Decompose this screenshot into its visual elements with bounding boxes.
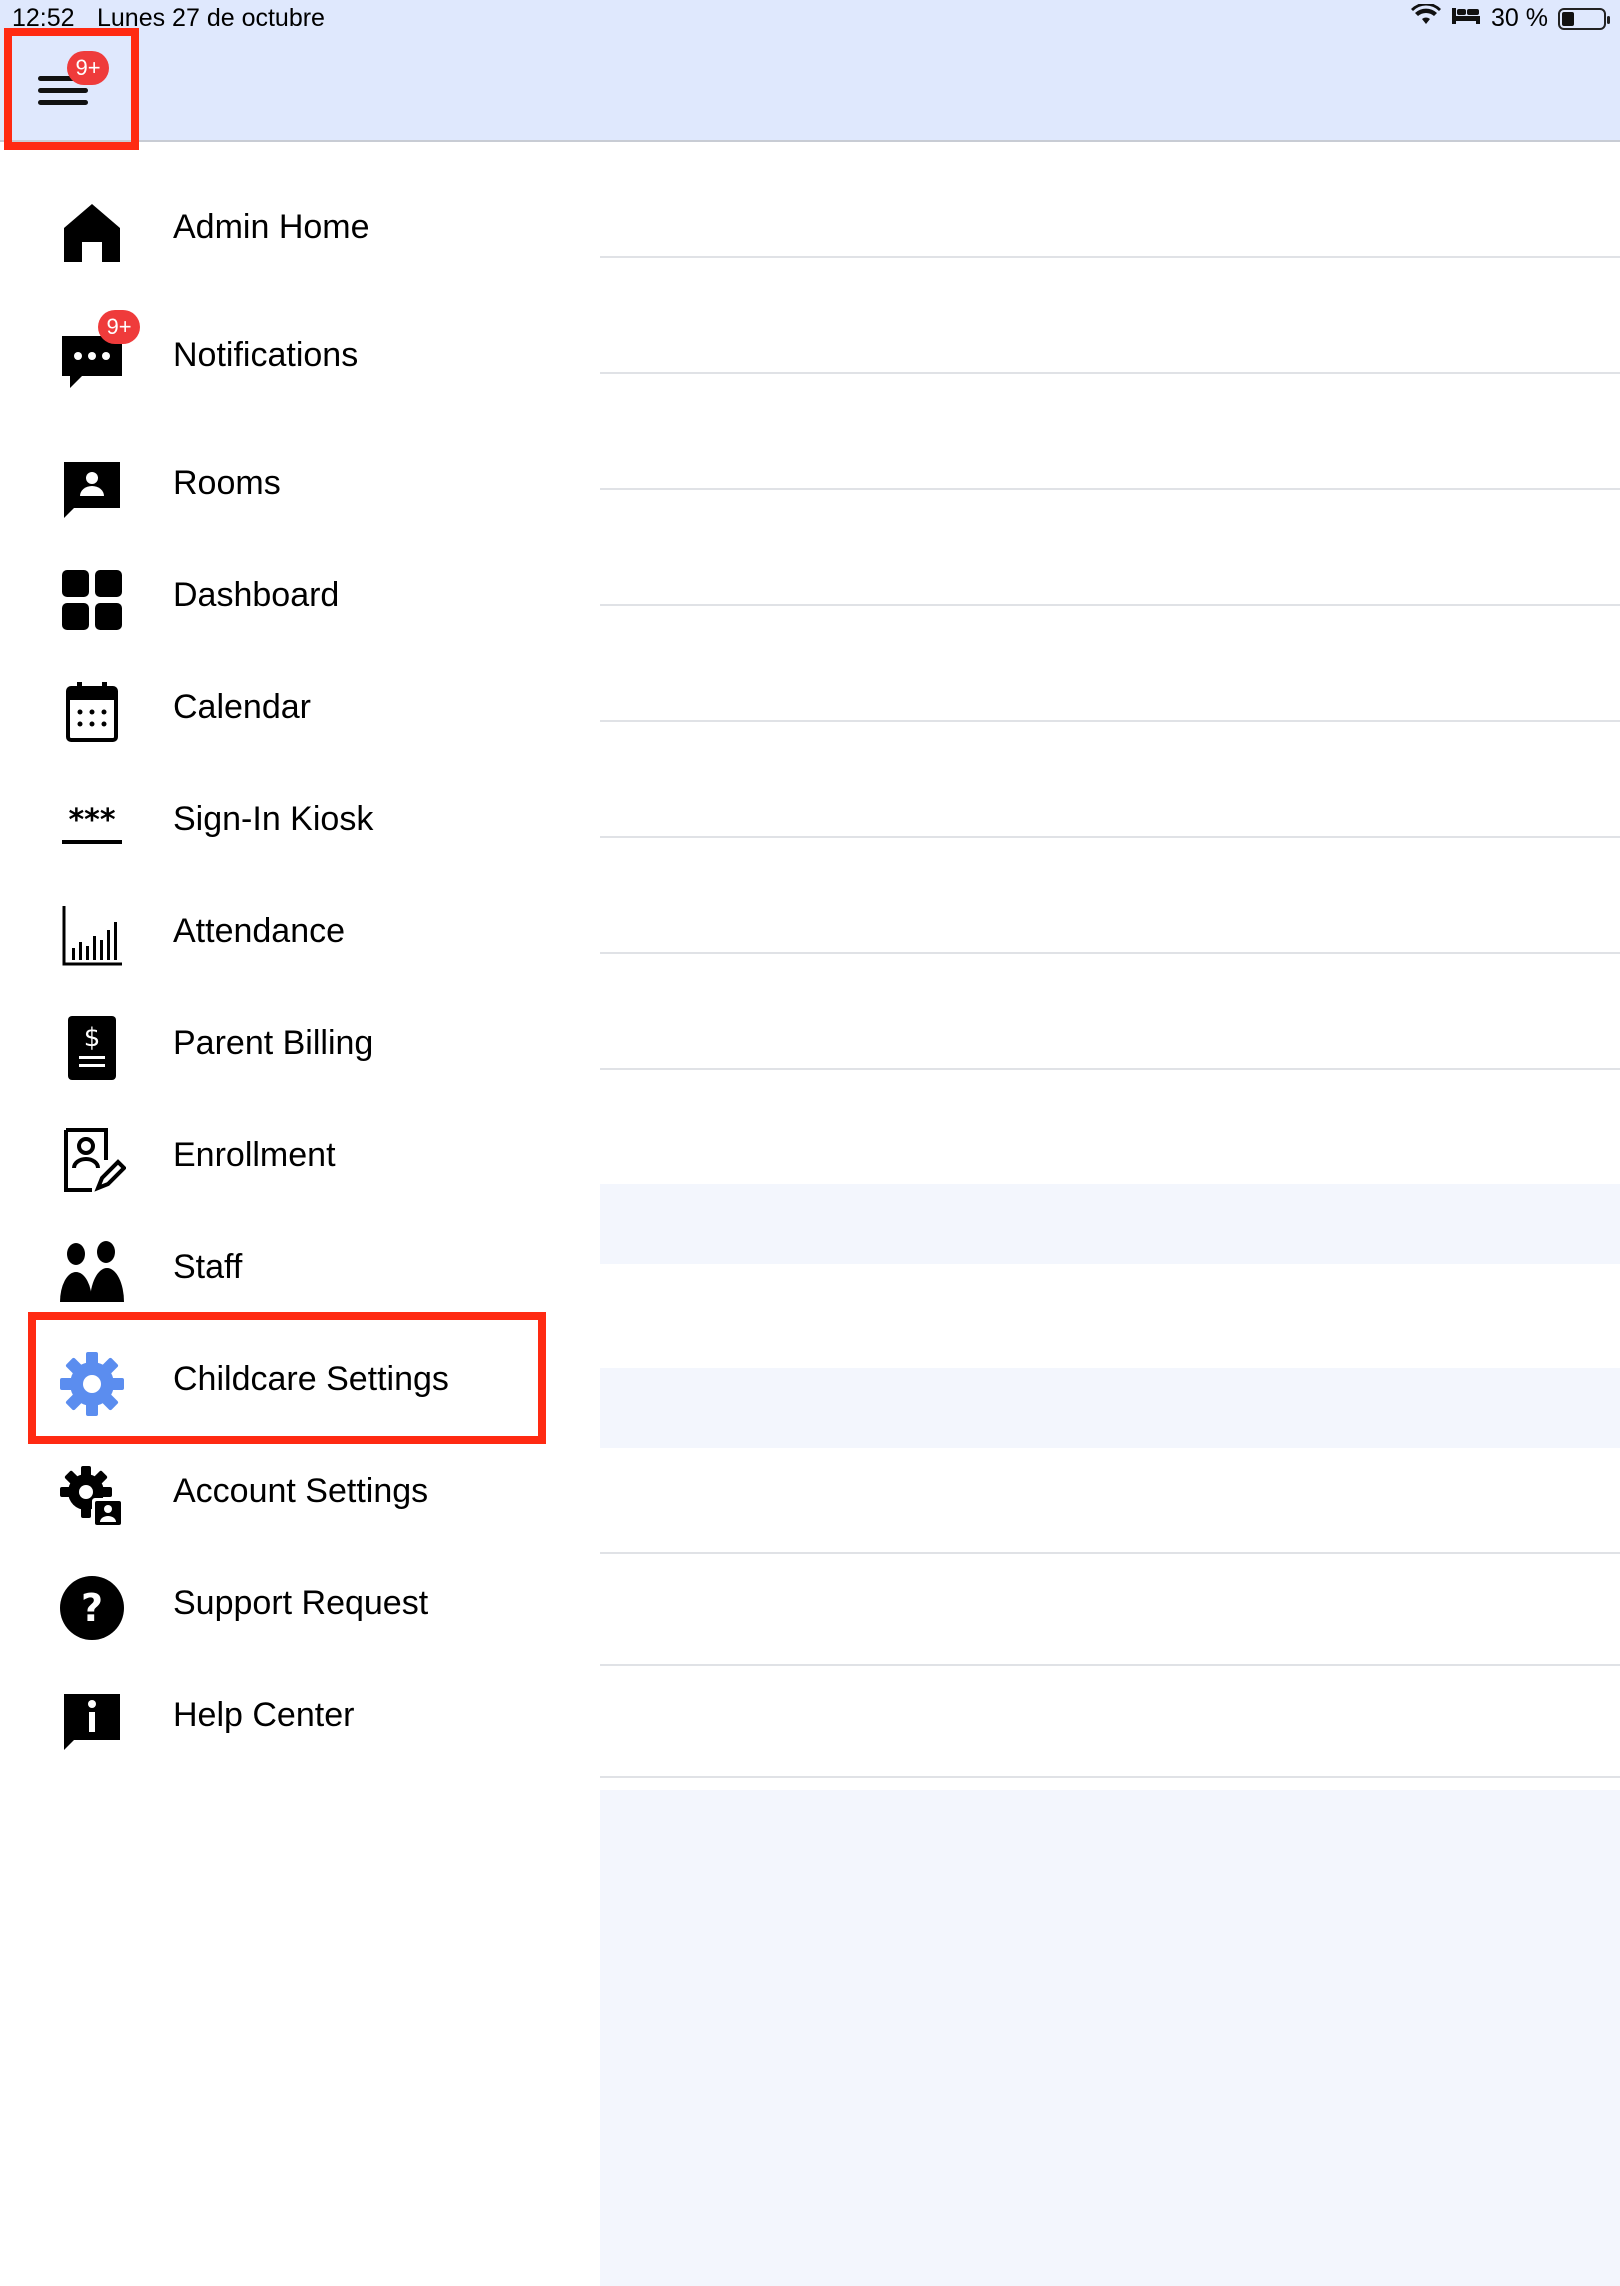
sidebar-item-account-settings[interactable]: Account Settings: [0, 1442, 560, 1542]
sidebar-item-notifications[interactable]: 9+ Notifications: [0, 306, 560, 406]
sidebar-item-label: Notifications: [173, 336, 359, 374]
person-card-icon: [58, 454, 126, 522]
content-panel-shaded: [600, 1790, 1620, 2286]
sidebar-item-label: Enrollment: [173, 1136, 336, 1174]
sidebar-item-label: Help Center: [173, 1696, 355, 1734]
bar-chart-icon: [58, 902, 126, 970]
content-row-shaded: [600, 1184, 1620, 1264]
sidebar-item-attendance[interactable]: Attendance: [0, 882, 560, 982]
battery-percent: 30 %: [1491, 4, 1548, 32]
content-row: [600, 258, 1620, 374]
sidebar-item-label: Support Request: [173, 1584, 429, 1622]
sidebar-item-enrollment[interactable]: Enrollment: [0, 1106, 560, 1206]
sidebar-item-rooms[interactable]: Rooms: [0, 434, 560, 534]
content-row: [600, 374, 1620, 490]
edit-profile-icon: [58, 1126, 126, 1194]
battery-icon: [1558, 7, 1610, 30]
sidebar-item-label: Calendar: [173, 688, 311, 726]
account-gear-icon: [58, 1462, 126, 1530]
sidebar-item-label: Sign-In Kiosk: [173, 800, 374, 838]
sidebar-item-label: Parent Billing: [173, 1024, 374, 1062]
invoice-icon: $: [58, 1014, 126, 1082]
grid-icon: [58, 566, 126, 634]
svg-text:?: ?: [81, 1586, 103, 1630]
sidebar-item-dashboard[interactable]: Dashboard: [0, 546, 560, 646]
content-row: [600, 142, 1620, 258]
people-icon: [58, 1238, 126, 1306]
sidebar-item-admin-home[interactable]: Admin Home: [0, 178, 560, 278]
content-row: [600, 1554, 1620, 1666]
battery-level: [1562, 11, 1574, 26]
sidebar-item-support-request[interactable]: ? Support Request: [0, 1554, 560, 1654]
notifications-badge: 9+: [98, 310, 140, 344]
svg-text:$: $: [84, 1023, 101, 1053]
sidebar-item-label: Rooms: [173, 464, 281, 502]
sidebar-item-label: Admin Home: [173, 208, 370, 246]
sidebar-item-calendar[interactable]: Calendar: [0, 658, 560, 758]
home-icon: [58, 198, 126, 266]
sidebar-item-help-center[interactable]: Help Center: [0, 1666, 560, 1766]
content-row: [600, 1666, 1620, 1778]
password-icon: ***: [58, 790, 126, 858]
content-row: [600, 606, 1620, 722]
wifi-icon: [1411, 2, 1442, 33]
sidebar-item-label: Staff: [173, 1248, 243, 1286]
content-row: [600, 838, 1620, 954]
status-indicators: 30 %: [1411, 2, 1610, 33]
info-bubble-icon: [58, 1686, 126, 1754]
sidebar-item-label: Account Settings: [173, 1472, 429, 1510]
content-row: [600, 722, 1620, 838]
sleep-icon: [1451, 4, 1481, 33]
childcare-settings-highlight-box: [28, 1312, 546, 1444]
help-circle-icon: ?: [58, 1574, 126, 1642]
content-row: [600, 1448, 1620, 1554]
content-row-shaded: [600, 1368, 1620, 1448]
sidebar-item-staff[interactable]: Staff: [0, 1218, 560, 1318]
app-header: 12:52 Lunes 27 de octubre 30 % 9+: [0, 0, 1620, 142]
content-row: [600, 954, 1620, 1070]
sidebar-item-label: Dashboard: [173, 576, 340, 614]
content-row: [600, 490, 1620, 606]
calendar-icon: [58, 678, 126, 746]
sidebar-item-label: Attendance: [173, 912, 346, 950]
sidebar-item-sign-in-kiosk[interactable]: *** Sign-In Kiosk: [0, 770, 560, 870]
sidebar-item-parent-billing[interactable]: $ Parent Billing: [0, 994, 560, 1094]
menu-highlight-box: [4, 28, 139, 150]
svg-text:***: ***: [68, 803, 115, 838]
